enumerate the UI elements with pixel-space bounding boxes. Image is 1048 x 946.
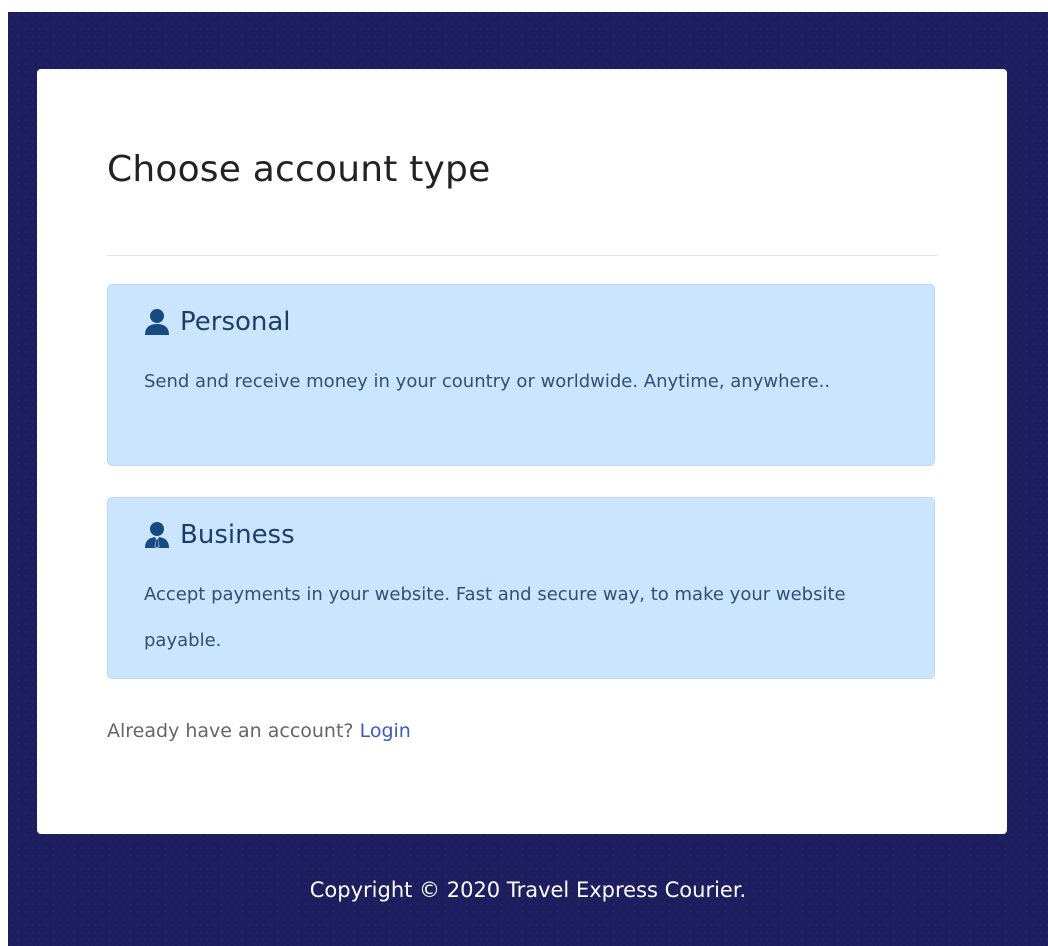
login-prompt: Already have an account? Login bbox=[107, 720, 411, 742]
footer-copyright: Copyright © 2020 Travel Express Courier. bbox=[309, 878, 747, 902]
personal-option-header: Personal bbox=[144, 307, 291, 337]
business-account-option[interactable]: Business Accept payments in your website… bbox=[107, 497, 935, 679]
page-title: Choose account type bbox=[107, 149, 491, 190]
user-icon bbox=[144, 308, 170, 336]
personal-option-label: Personal bbox=[180, 307, 291, 337]
divider bbox=[107, 255, 937, 256]
business-option-description: Accept payments in your website. Fast an… bbox=[144, 584, 846, 651]
business-option-header: Business bbox=[144, 520, 295, 550]
personal-account-option[interactable]: Personal Send and receive money in your … bbox=[107, 284, 935, 466]
login-prompt-text: Already have an account? bbox=[107, 720, 354, 742]
personal-option-description: Send and receive money in your country o… bbox=[144, 371, 831, 392]
login-link[interactable]: Login bbox=[360, 720, 411, 742]
page: Choose account type Personal Send and re… bbox=[0, 0, 1048, 946]
business-option-label: Business bbox=[180, 520, 295, 550]
business-user-icon bbox=[144, 521, 170, 549]
account-type-card: Choose account type Personal Send and re… bbox=[37, 69, 1007, 834]
